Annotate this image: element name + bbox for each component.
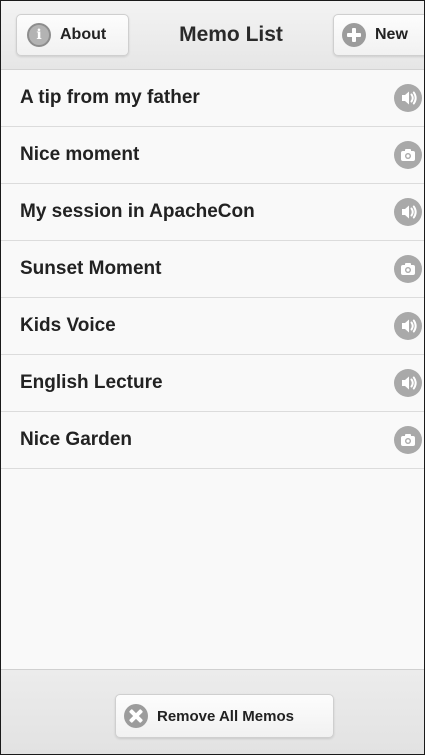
audio-icon <box>394 369 422 397</box>
memo-title: A tip from my father <box>20 87 200 108</box>
remove-all-label: Remove All Memos <box>157 707 294 725</box>
memo-title: Kids Voice <box>20 315 116 336</box>
remove-all-memos-button[interactable]: Remove All Memos <box>115 694 334 738</box>
memo-list-item[interactable]: A tip from my father <box>1 70 424 127</box>
memo-list-item[interactable]: English Lecture <box>1 355 424 412</box>
delete-icon <box>124 704 148 728</box>
audio-icon <box>394 198 422 226</box>
plus-icon <box>342 23 366 47</box>
about-button[interactable]: i About <box>16 14 129 56</box>
audio-icon <box>394 312 422 340</box>
camera-icon <box>394 255 422 283</box>
memo-title: English Lecture <box>20 372 163 393</box>
audio-icon <box>394 84 422 112</box>
page-title: Memo List <box>179 23 283 46</box>
memo-list-item[interactable]: Nice moment <box>1 127 424 184</box>
camera-icon <box>394 426 422 454</box>
camera-icon <box>394 141 422 169</box>
header-bar: i About Memo List New <box>1 1 424 70</box>
about-button-label: About <box>60 26 107 43</box>
memo-title: Sunset Moment <box>20 258 162 279</box>
memo-list: A tip from my father Nice moment My sessio… <box>1 70 424 469</box>
app-frame: i About Memo List New A tip from my fath… <box>0 0 425 755</box>
new-memo-button[interactable]: New <box>333 14 424 56</box>
new-button-label: New <box>375 26 408 43</box>
memo-list-item[interactable]: My session in ApacheCon <box>1 184 424 241</box>
memo-title: Nice Garden <box>20 429 132 450</box>
memo-list-item[interactable]: Nice Garden <box>1 412 424 469</box>
memo-title: My session in ApacheCon <box>20 201 255 222</box>
info-icon: i <box>27 23 51 47</box>
memo-title: Nice moment <box>20 144 140 165</box>
memo-list-item[interactable]: Sunset Moment <box>1 241 424 298</box>
memo-list-item[interactable]: Kids Voice <box>1 298 424 355</box>
footer-bar: Remove All Memos <box>1 669 424 754</box>
